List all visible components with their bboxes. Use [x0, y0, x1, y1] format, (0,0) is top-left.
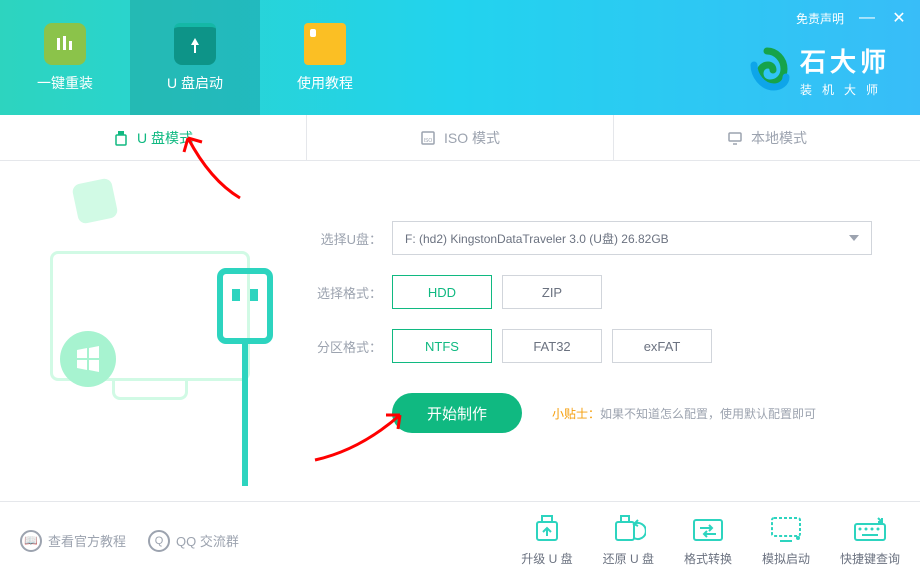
- partition-option-exfat[interactable]: exFAT: [612, 329, 712, 363]
- brand: 石大师 装机大师: [744, 42, 890, 98]
- svg-text:ISO: ISO: [424, 138, 433, 144]
- link-label: 查看官方教程: [48, 531, 126, 550]
- keyboard-icon: [852, 514, 888, 544]
- tab-label: ISO 模式: [444, 128, 500, 148]
- disk-value: F: (hd2) KingstonDataTraveler 3.0 (U盘) 2…: [405, 230, 669, 247]
- disk-label: 选择U盘：: [310, 229, 382, 248]
- disclaimer-link[interactable]: 免责声明: [796, 10, 844, 27]
- tool-label: 升级 U 盘: [521, 550, 572, 567]
- nav-reinstall[interactable]: 一键重装: [0, 0, 130, 115]
- usb-boot-icon: [174, 23, 216, 65]
- partition-label: 分区格式：: [310, 337, 382, 356]
- format-convert-icon: [690, 514, 726, 544]
- brand-title: 石大师: [800, 42, 890, 79]
- minimize-button[interactable]: —: [858, 9, 876, 27]
- main-content: 选择U盘： F: (hd2) KingstonDataTraveler 3.0 …: [0, 161, 920, 501]
- tab-local-mode[interactable]: 本地模式: [614, 115, 920, 160]
- nav-tutorial[interactable]: 使用教程: [260, 0, 390, 115]
- iso-icon: ISO: [420, 130, 436, 146]
- brand-logo-icon: [744, 47, 790, 93]
- format-option-zip[interactable]: ZIP: [502, 275, 602, 309]
- nav-label: 使用教程: [297, 73, 353, 93]
- tool-label: 还原 U 盘: [603, 550, 654, 567]
- tab-label: 本地模式: [751, 128, 807, 148]
- nav-usb-boot[interactable]: U 盘启动: [130, 0, 260, 115]
- disk-select[interactable]: F: (hd2) KingstonDataTraveler 3.0 (U盘) 2…: [392, 221, 872, 255]
- nav-label: 一键重装: [37, 73, 93, 93]
- qq-icon: Q: [148, 530, 170, 552]
- monitor-icon: [727, 130, 743, 146]
- official-tutorial-link[interactable]: 📖 查看官方教程: [20, 530, 126, 552]
- close-button[interactable]: ✕: [890, 8, 908, 28]
- book-icon: 📖: [20, 530, 42, 552]
- usb-icon: [113, 130, 129, 146]
- partition-option-fat32[interactable]: FAT32: [502, 329, 602, 363]
- tab-label: U 盘模式: [137, 128, 193, 148]
- form-area: 选择U盘： F: (hd2) KingstonDataTraveler 3.0 …: [300, 161, 920, 501]
- chevron-down-icon: [849, 235, 859, 241]
- window-controls: 免责声明 — ✕: [796, 8, 908, 28]
- footer: 📖 查看官方教程 Q QQ 交流群 升级 U 盘 还原 U 盘 格式转换 模拟启…: [0, 501, 920, 579]
- tool-upgrade-usb[interactable]: 升级 U 盘: [521, 514, 572, 567]
- partition-option-ntfs[interactable]: NTFS: [392, 329, 492, 363]
- tool-label: 快捷键查询: [840, 550, 900, 567]
- mode-tabs: U 盘模式 ISO ISO 模式 本地模式: [0, 115, 920, 161]
- tool-label: 模拟启动: [762, 550, 810, 567]
- reinstall-icon: [44, 23, 86, 65]
- windows-small-icon: [71, 177, 118, 224]
- start-button[interactable]: 开始制作: [392, 393, 522, 433]
- nav-label: U 盘启动: [167, 73, 223, 93]
- upgrade-usb-icon: [529, 514, 565, 544]
- usb-plug-icon: [210, 261, 280, 491]
- app-header: 一键重装 U 盘启动 使用教程 免责声明 — ✕ 石大师 装机大师: [0, 0, 920, 115]
- tab-iso-mode[interactable]: ISO ISO 模式: [307, 115, 614, 160]
- brand-subtitle: 装机大师: [800, 81, 890, 98]
- qq-group-link[interactable]: Q QQ 交流群: [148, 530, 239, 552]
- tool-format-convert[interactable]: 格式转换: [684, 514, 732, 567]
- illustration: [0, 161, 300, 501]
- windows-badge-icon: [60, 331, 116, 387]
- tool-simulate-boot[interactable]: 模拟启动: [762, 514, 810, 567]
- restore-usb-icon: [610, 514, 646, 544]
- format-label: 选择格式：: [310, 283, 382, 302]
- tip-label: 小贴士：: [552, 407, 600, 421]
- tool-hotkey-lookup[interactable]: 快捷键查询: [840, 514, 900, 567]
- tutorial-icon: [304, 23, 346, 65]
- link-label: QQ 交流群: [176, 531, 239, 550]
- format-option-hdd[interactable]: HDD: [392, 275, 492, 309]
- tab-usb-mode[interactable]: U 盘模式: [0, 115, 307, 160]
- tool-label: 格式转换: [684, 550, 732, 567]
- simulate-boot-icon: [768, 514, 804, 544]
- tip-text: 小贴士：如果不知道怎么配置，使用默认配置即可: [552, 405, 816, 422]
- tool-restore-usb[interactable]: 还原 U 盘: [603, 514, 654, 567]
